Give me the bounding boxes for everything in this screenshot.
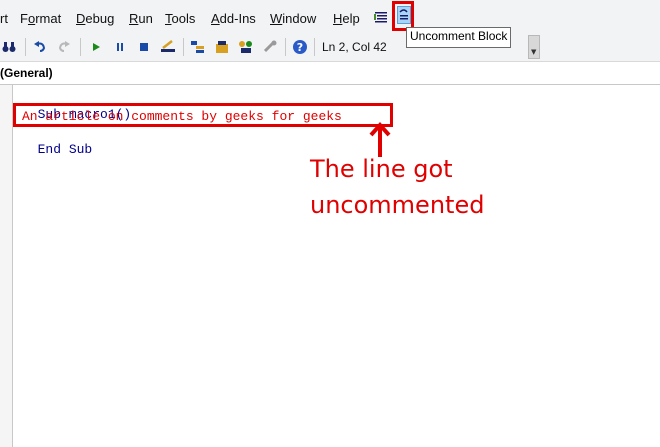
menu-window[interactable]: Window [270,11,316,26]
toolbox-icon[interactable] [262,39,278,55]
menu-debug[interactable]: Debug [76,11,114,26]
menu-tools[interactable]: Tools [165,11,195,26]
annotation-line-1: The line got [310,155,453,183]
toolbar-separator [285,38,286,56]
menu-format[interactable]: Format [20,11,61,26]
keyword: Sub [68,142,93,157]
access-key: R [129,11,139,26]
object-selector-row: (General) [0,62,660,85]
access-key: D [76,11,86,26]
toolbar-separator [80,38,81,56]
toolbar-separator [314,38,315,56]
object-selector[interactable]: (General) [0,66,53,80]
line-highlight-box [13,103,393,127]
break-icon[interactable] [112,39,128,55]
tooltip: Uncomment Block [406,27,512,48]
binoculars-icon[interactable] [1,39,17,55]
svg-text:?: ? [297,41,303,54]
toolbar-options-scroll[interactable]: ▼ [528,35,540,59]
comment-block-icon[interactable] [374,10,388,24]
design-mode-icon[interactable] [160,39,176,55]
menu-add-ins[interactable]: Add-Ins [211,11,256,26]
access-key: W [270,11,283,26]
menu-help[interactable]: Help [333,11,360,26]
access-key: T [165,11,172,26]
run-icon[interactable] [88,39,104,55]
cursor-position: Ln 2, Col 42 [322,40,387,54]
toolbar-separator [183,38,184,56]
keyword: End [37,142,62,157]
undo-icon[interactable] [32,39,48,55]
redo-icon[interactable] [56,39,72,55]
reset-icon[interactable] [136,39,152,55]
menu-run[interactable]: Run [129,11,153,26]
access-key: A [211,11,220,26]
annotation-line-2: uncommented [310,191,485,219]
project-explorer-icon[interactable] [190,39,206,55]
chevron-down-icon: ▼ [531,48,537,56]
menu-insert[interactable]: rt [0,11,8,26]
object-browser-icon[interactable] [238,39,254,55]
code-margin [0,85,13,447]
menu-bar: rt Format Debug Run Tools Add-Ins Window… [0,0,660,34]
access-key: o [27,11,36,26]
toolbar-separator [25,38,26,56]
access-key: H [333,11,343,26]
code-line[interactable]: End Sub [22,127,93,157]
properties-icon[interactable] [214,39,230,55]
help-icon[interactable]: ? [292,39,308,55]
